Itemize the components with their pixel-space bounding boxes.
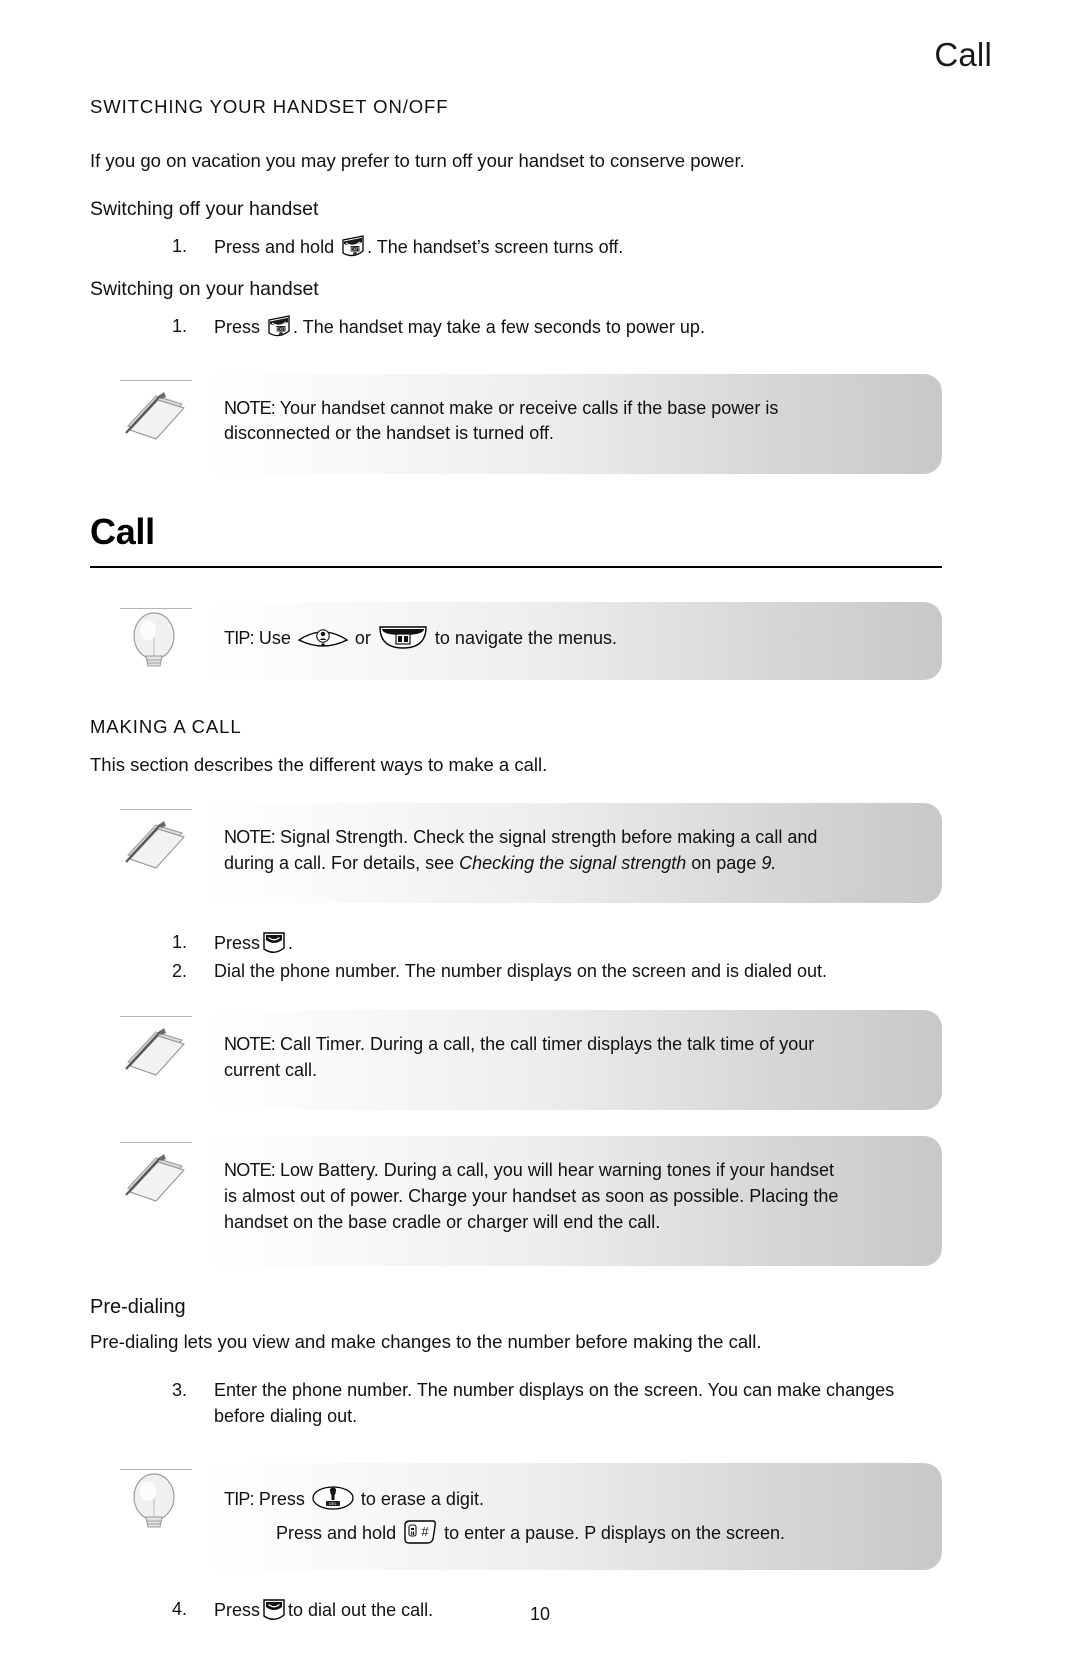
delete-key-icon: DEL [311, 1485, 355, 1511]
note-text: NOTE: Low Battery. During a call, you wi… [224, 1158, 916, 1235]
tip-line-2-after: to enter a pause. P displays on the scre… [444, 1522, 785, 1543]
note-line-2-prefix: during a call. For details, see [224, 852, 460, 873]
step-text-before: Press [214, 933, 261, 954]
step-number: 3. [172, 1379, 188, 1400]
step-number: 1. [172, 315, 188, 336]
note-label: NOTE: [224, 1160, 276, 1181]
tip-label: TIP: [224, 1489, 255, 1510]
hash-pause-key-icon: # [402, 1519, 438, 1545]
tip-line-1-before: Press [258, 1489, 305, 1510]
step-text-after: . [288, 933, 294, 954]
step-number: 1. [172, 932, 188, 953]
note-callout-signal-strength: NOTE: Signal Strength. Check the signal … [108, 803, 942, 904]
running-header-title: Call [934, 36, 992, 73]
navigation-key-icon [297, 624, 349, 650]
note-line-2: current call. [224, 1059, 318, 1080]
note-label: NOTE: [224, 827, 276, 848]
note-panel: NOTE: Call Timer. During a call, the cal… [200, 1010, 942, 1111]
note-pad-pencil-icon [112, 378, 196, 454]
tip-callout-pre-dialing: TIP: Press DEL to erase a digit. Press a… [108, 1463, 942, 1571]
svg-text:EXIT: EXIT [350, 246, 360, 251]
tip-callout-navigate: TIP: Use or to navigate the menus. [108, 601, 942, 682]
note-cross-reference: Checking the signal strength [459, 852, 687, 873]
exit-power-key-icon: EXIT [340, 233, 366, 259]
list-item: 1. Press and hold EXIT . The handset’s sc… [90, 233, 942, 260]
document-page: Call SWITCHING YOUR HANDSET ON/OFF If yo… [0, 0, 1080, 1669]
note-line-1: Low Battery. During a call, you will hea… [280, 1160, 834, 1181]
tip-line-2: Press and hold # to enter a pause. P dis… [224, 1519, 916, 1547]
tip-line-2-before: Press and hold [276, 1522, 397, 1543]
page-number-footer: 10 [529, 1604, 551, 1624]
list-item: 1. Press . [90, 929, 942, 956]
note-label: NOTE: [224, 397, 276, 418]
note-callout-call-timer: NOTE: Call Timer. During a call, the cal… [108, 1010, 942, 1111]
list-item: 1. Press EXIT . The handset may take a fe… [90, 313, 942, 340]
talk-key-icon [261, 929, 287, 955]
tip-line-1-after: to erase a digit. [360, 1489, 484, 1510]
note-pad-pencil-icon [112, 807, 196, 883]
step-text-line-2: before dialing out. [214, 1406, 358, 1427]
step-number: 2. [172, 961, 188, 982]
exit-power-key-icon: EXIT [266, 313, 292, 339]
tip-text-after: to navigate the menus. [434, 627, 618, 648]
step-text-line-1: Enter the phone number. The number displ… [214, 1379, 895, 1400]
page-content: SWITCHING YOUR HANDSET ON/OFF If you go … [90, 96, 942, 1641]
tip-text: TIP: Press DEL to erase a digit. Press a… [224, 1485, 916, 1546]
tip-panel: TIP: Press DEL to erase a digit. Press a… [200, 1463, 942, 1571]
tip-label: TIP: [224, 627, 255, 648]
subheading-switching-on: Switching on your handset [90, 277, 319, 300]
switching-on-steps: 1. Press EXIT . The handset may take a fe… [90, 313, 942, 340]
note-panel: NOTE: Your handset cannot make or receiv… [200, 373, 942, 474]
tip-text-middle: or [354, 627, 371, 648]
section-heading-switching: SWITCHING YOUR HANDSET ON/OFF [90, 96, 449, 117]
step-text-after: . The handset’s screen turns off. [367, 236, 624, 257]
tip-panel: TIP: Use or to navigate the menus. [200, 601, 942, 680]
note-line-2: disconnected or the handset is turned of… [224, 423, 554, 444]
list-item: 3. Enter the phone number. The number dis… [90, 1377, 942, 1429]
note-page-reference: 9. [761, 852, 777, 873]
chapter-title: Call [90, 510, 155, 552]
note-line-2-suffix: on page [686, 852, 762, 873]
step-text-after: . The handset may take a few seconds to … [293, 316, 705, 337]
note-panel: NOTE: Signal Strength. Check the signal … [200, 803, 942, 904]
list-item: 2. Dial the phone number. The number disp… [90, 958, 942, 984]
subheading-switching-off: Switching off your handset [90, 197, 319, 220]
note-panel: NOTE: Low Battery. During a call, you wi… [200, 1136, 942, 1267]
note-callout-low-battery: NOTE: Low Battery. During a call, you wi… [108, 1136, 942, 1267]
step-text: Dial the phone number. The number displa… [214, 961, 828, 982]
note-pad-pencil-icon [112, 1014, 196, 1090]
switching-intro-paragraph: If you go on vacation you may prefer to … [90, 150, 745, 171]
svg-text:#: # [421, 1524, 429, 1539]
pre-dialing-intro-paragraph: Pre-dialing lets you view and make chang… [90, 1331, 762, 1353]
light-bulb-icon [112, 1467, 196, 1543]
svg-text:DEL: DEL [329, 1501, 338, 1506]
section-heading-making-a-call: MAKING A CALL [90, 715, 242, 737]
pre-dialing-steps: 3. Enter the phone number. The number dis… [90, 1377, 942, 1429]
note-text: NOTE: Signal Strength. Check the signal … [224, 825, 916, 876]
note-line-1: Signal Strength. Check the signal streng… [280, 827, 818, 848]
chapter-divider [90, 565, 942, 568]
tip-text-before: Use [258, 627, 291, 648]
subheading-pre-dialing: Pre-dialing [90, 1296, 186, 1319]
note-callout-base-power: NOTE: Your handset cannot make or receiv… [108, 373, 942, 474]
light-bulb-icon [112, 606, 196, 682]
svg-text:EXIT: EXIT [276, 326, 286, 331]
note-text: NOTE: Your handset cannot make or receiv… [224, 396, 916, 447]
note-label: NOTE: [224, 1034, 276, 1055]
note-line-2: is almost out of power. Charge your hand… [224, 1185, 839, 1206]
note-line-3: handset on the base cradle or charger wi… [224, 1211, 661, 1232]
step-text-before: Press and hold [214, 236, 335, 257]
note-text: NOTE: Call Timer. During a call, the cal… [224, 1032, 916, 1083]
switching-off-steps: 1. Press and hold EXIT . The handset’s sc… [90, 233, 942, 260]
making-a-call-intro-paragraph: This section describes the different way… [90, 753, 548, 775]
step-text-before: Press [214, 316, 261, 337]
making-a-call-steps: 1. Press . 2. Dial the phone number. The n… [90, 929, 942, 984]
menu-key-icon [377, 624, 429, 650]
step-number: 1. [172, 235, 188, 256]
note-line-1: Your handset cannot make or receive call… [279, 397, 779, 418]
tip-text: TIP: Use or to navigate the menus. [224, 624, 916, 652]
note-line-1: Call Timer. During a call, the call time… [280, 1034, 815, 1055]
note-pad-pencil-icon [112, 1140, 196, 1216]
